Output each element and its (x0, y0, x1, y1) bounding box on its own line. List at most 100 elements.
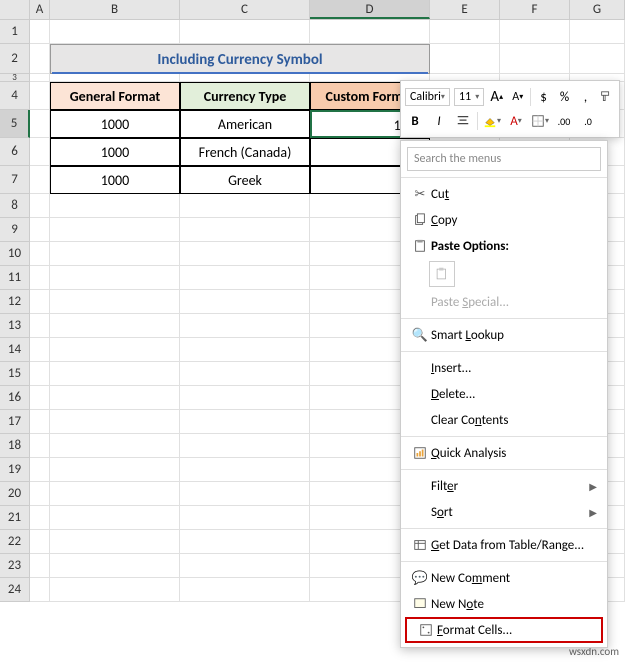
font-color-button[interactable]: A▾ (506, 111, 526, 131)
context-menu: Search the menus ✂ Cut Copy Paste Option… (400, 140, 608, 648)
menu-quick-analysis[interactable]: Quick Analysis (401, 440, 607, 466)
row-header[interactable]: 7 (0, 166, 30, 194)
column-header-row: A B C D E F G (0, 0, 625, 20)
bold-button[interactable]: B (405, 111, 425, 131)
menu-label: Copy (431, 213, 597, 228)
title-underline (52, 72, 428, 74)
col-header-b[interactable]: B (50, 0, 180, 19)
menu-label: Filter (431, 479, 589, 494)
menu-clear-contents[interactable]: Clear Contents (401, 407, 607, 433)
menu-paste-special: Paste Special... (401, 289, 607, 315)
row-header[interactable]: 17 (0, 410, 30, 434)
menu-label: Cut (431, 187, 597, 202)
row-header[interactable]: 4 (0, 82, 30, 110)
decrease-font-button[interactable]: A▾ (509, 87, 526, 107)
row-header[interactable]: 13 (0, 314, 30, 338)
row-header[interactable]: 15 (0, 362, 30, 386)
row-header[interactable]: 21 (0, 506, 30, 530)
chevron-down-icon: ▾ (518, 116, 522, 126)
paste-option-button[interactable] (429, 261, 455, 287)
menu-copy[interactable]: Copy (401, 207, 607, 233)
menu-format-cells[interactable]: Format Cells... (405, 617, 603, 643)
quick-analysis-icon (409, 446, 431, 460)
font-size-dropdown[interactable]: 11 ▾ (454, 88, 484, 106)
row-header-column: 1 2 3 4 5 6 7 8 9 10 11 12 13 14 15 16 1… (0, 20, 30, 602)
menu-sort[interactable]: Sort ▶ (401, 499, 607, 525)
table-icon (409, 538, 431, 552)
cell-c7[interactable]: Greek (180, 166, 310, 194)
font-size: 11 (459, 90, 471, 104)
format-painter-button[interactable] (598, 87, 615, 107)
fill-color-button[interactable]: ▾ (482, 111, 502, 131)
row-header[interactable]: 9 (0, 218, 30, 242)
row-header[interactable]: 23 (0, 554, 30, 578)
menu-get-data[interactable]: Get Data from Table/Range... (401, 532, 607, 558)
menu-cut[interactable]: ✂ Cut (401, 181, 607, 207)
row-header[interactable]: 2 (0, 44, 30, 74)
header-currency-type[interactable]: Currency Type (180, 82, 310, 110)
row-header[interactable]: 14 (0, 338, 30, 362)
align-center-button[interactable] (453, 111, 473, 131)
note-icon (409, 597, 431, 611)
col-header-c[interactable]: C (180, 0, 310, 19)
menu-filter[interactable]: Filter ▶ (401, 473, 607, 499)
row-header[interactable]: 6 (0, 138, 30, 166)
row-header[interactable]: 1 (0, 20, 30, 44)
title-cell[interactable]: Including Currency Symbol (50, 44, 430, 74)
percent-format-button[interactable]: % (556, 87, 573, 107)
menu-insert[interactable]: Insert... (401, 355, 607, 381)
col-header-d[interactable]: D (310, 0, 430, 19)
row-header[interactable]: 8 (0, 194, 30, 218)
menu-label: Format Cells... (437, 623, 591, 638)
row-header[interactable]: 24 (0, 578, 30, 602)
menu-new-comment[interactable]: 💬 New Comment (401, 565, 607, 591)
row-header[interactable]: 5 (0, 110, 30, 138)
submenu-arrow-icon: ▶ (589, 506, 597, 519)
menu-label: Get Data from Table/Range... (431, 538, 597, 553)
row-header[interactable]: 10 (0, 242, 30, 266)
menu-label: Clear Contents (431, 413, 597, 428)
cell-c5[interactable]: American (180, 110, 310, 138)
col-header-e[interactable]: E (430, 0, 500, 19)
mini-toolbar: Calibri▾ 11▾ A▴ A▾ $ % , B I ▾ A▾ ▾ .00 … (400, 80, 620, 138)
menu-search-input[interactable]: Search the menus (407, 147, 601, 171)
row-header[interactable]: 16 (0, 386, 30, 410)
header-general-format[interactable]: General Format (50, 82, 180, 110)
increase-font-button[interactable]: A▴ (488, 87, 505, 107)
chevron-down-icon: ▾ (545, 116, 549, 126)
row-header[interactable]: 19 (0, 458, 30, 482)
search-icon: 🔍 (409, 328, 431, 343)
col-header-a[interactable]: A (30, 0, 50, 19)
menu-new-note[interactable]: New Note (401, 591, 607, 617)
clipboard-icon (409, 239, 431, 253)
accounting-format-button[interactable]: $ (535, 87, 552, 107)
cell-b5[interactable]: 1000 (50, 110, 180, 138)
cell-b6[interactable]: 1000 (50, 138, 180, 166)
menu-label: New Note (431, 597, 597, 612)
decrease-decimal-button[interactable]: .0 (578, 111, 598, 131)
row-header[interactable]: 3 (0, 74, 30, 82)
comment-icon: 💬 (409, 571, 431, 586)
col-header-f[interactable]: F (500, 0, 570, 19)
comma-format-button[interactable]: , (577, 87, 594, 107)
italic-button[interactable]: I (429, 111, 449, 131)
increase-decimal-button[interactable]: .00 (554, 111, 574, 131)
font-family-dropdown[interactable]: Calibri▾ (405, 88, 450, 106)
row-header[interactable]: 12 (0, 290, 30, 314)
menu-label: Insert... (431, 361, 597, 376)
select-all-corner[interactable] (0, 0, 30, 19)
menu-label: Quick Analysis (431, 446, 597, 461)
row-header[interactable]: 20 (0, 482, 30, 506)
cell-b7[interactable]: 1000 (50, 166, 180, 194)
row-header[interactable]: 11 (0, 266, 30, 290)
row-header[interactable]: 22 (0, 530, 30, 554)
col-header-g[interactable]: G (570, 0, 625, 19)
menu-smart-lookup[interactable]: 🔍 Smart Lookup (401, 322, 607, 348)
menu-delete[interactable]: Delete... (401, 381, 607, 407)
copy-icon (409, 213, 431, 227)
chevron-down-icon: ▾ (475, 92, 479, 102)
cell-c6[interactable]: French (Canada) (180, 138, 310, 166)
row-header[interactable]: 18 (0, 434, 30, 458)
borders-button[interactable]: ▾ (530, 111, 550, 131)
submenu-arrow-icon: ▶ (589, 480, 597, 493)
